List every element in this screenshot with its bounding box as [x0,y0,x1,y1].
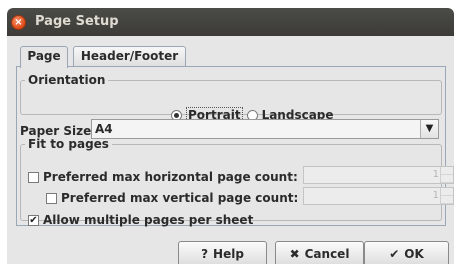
question-icon: ? [201,247,209,261]
tab-header-footer[interactable]: Header/Footer [73,46,186,67]
orientation-legend: Orientation [28,73,106,87]
title-bar: × Page Setup [7,8,454,36]
vertical-count-checkbox[interactable] [46,192,57,204]
fit-to-pages-legend: Fit to pages [28,137,109,151]
cancel-button[interactable]: ✖ Cancel [275,241,364,264]
vertical-count-value: 1 [432,190,439,201]
vertical-count-label: Preferred max vertical page count: [61,191,299,205]
page-setup-dialog: × Page Setup Page Header/Footer Orientat… [7,8,454,264]
horizontal-count-spinner[interactable]: 1 [303,166,454,184]
dialog-title: Page Setup [35,14,119,29]
horizontal-count-checkbox[interactable] [28,171,39,183]
horizontal-count-value: 1 [432,169,439,180]
paper-size-select[interactable]: A4 ▼ [91,119,439,139]
page-tab-panel: Orientation Portrait Landscape Paper Siz… [16,66,454,227]
help-label: Help [213,247,244,261]
horizontal-spinner-buttons[interactable] [440,167,453,183]
paper-size-value: A4 [95,122,113,136]
multiple-pages-label: Allow multiple pages per sheet [43,213,254,227]
vertical-count-row: Preferred max vertical page count: [46,191,298,205]
vertical-spinner-buttons[interactable] [440,188,453,204]
horizontal-count-label: Preferred max horizontal page count: [43,170,298,184]
vertical-count-spinner[interactable]: 1 [303,187,454,205]
cancel-label: Cancel [304,247,350,261]
orientation-group: Orientation Portrait Landscape [20,73,442,123]
chevron-down-icon[interactable]: ▼ [420,120,438,138]
fit-to-pages-group: Fit to pages Preferred max horizontal pa… [20,137,454,227]
horizontal-count-row: Preferred max horizontal page count: [28,170,298,184]
ok-button[interactable]: ✔ OK [364,241,449,264]
multiple-pages-row: ✔ Allow multiple pages per sheet [28,213,253,227]
close-icon[interactable]: × [11,15,26,30]
cancel-x-icon: ✖ [289,247,300,261]
paper-size-label: Paper Size [20,124,92,138]
help-button[interactable]: ? Help [178,241,267,264]
multiple-pages-checkbox[interactable]: ✔ [28,214,39,226]
checkmark-icon: ✔ [389,247,400,261]
tab-page[interactable]: Page [20,46,68,68]
ok-label: OK [404,247,424,261]
